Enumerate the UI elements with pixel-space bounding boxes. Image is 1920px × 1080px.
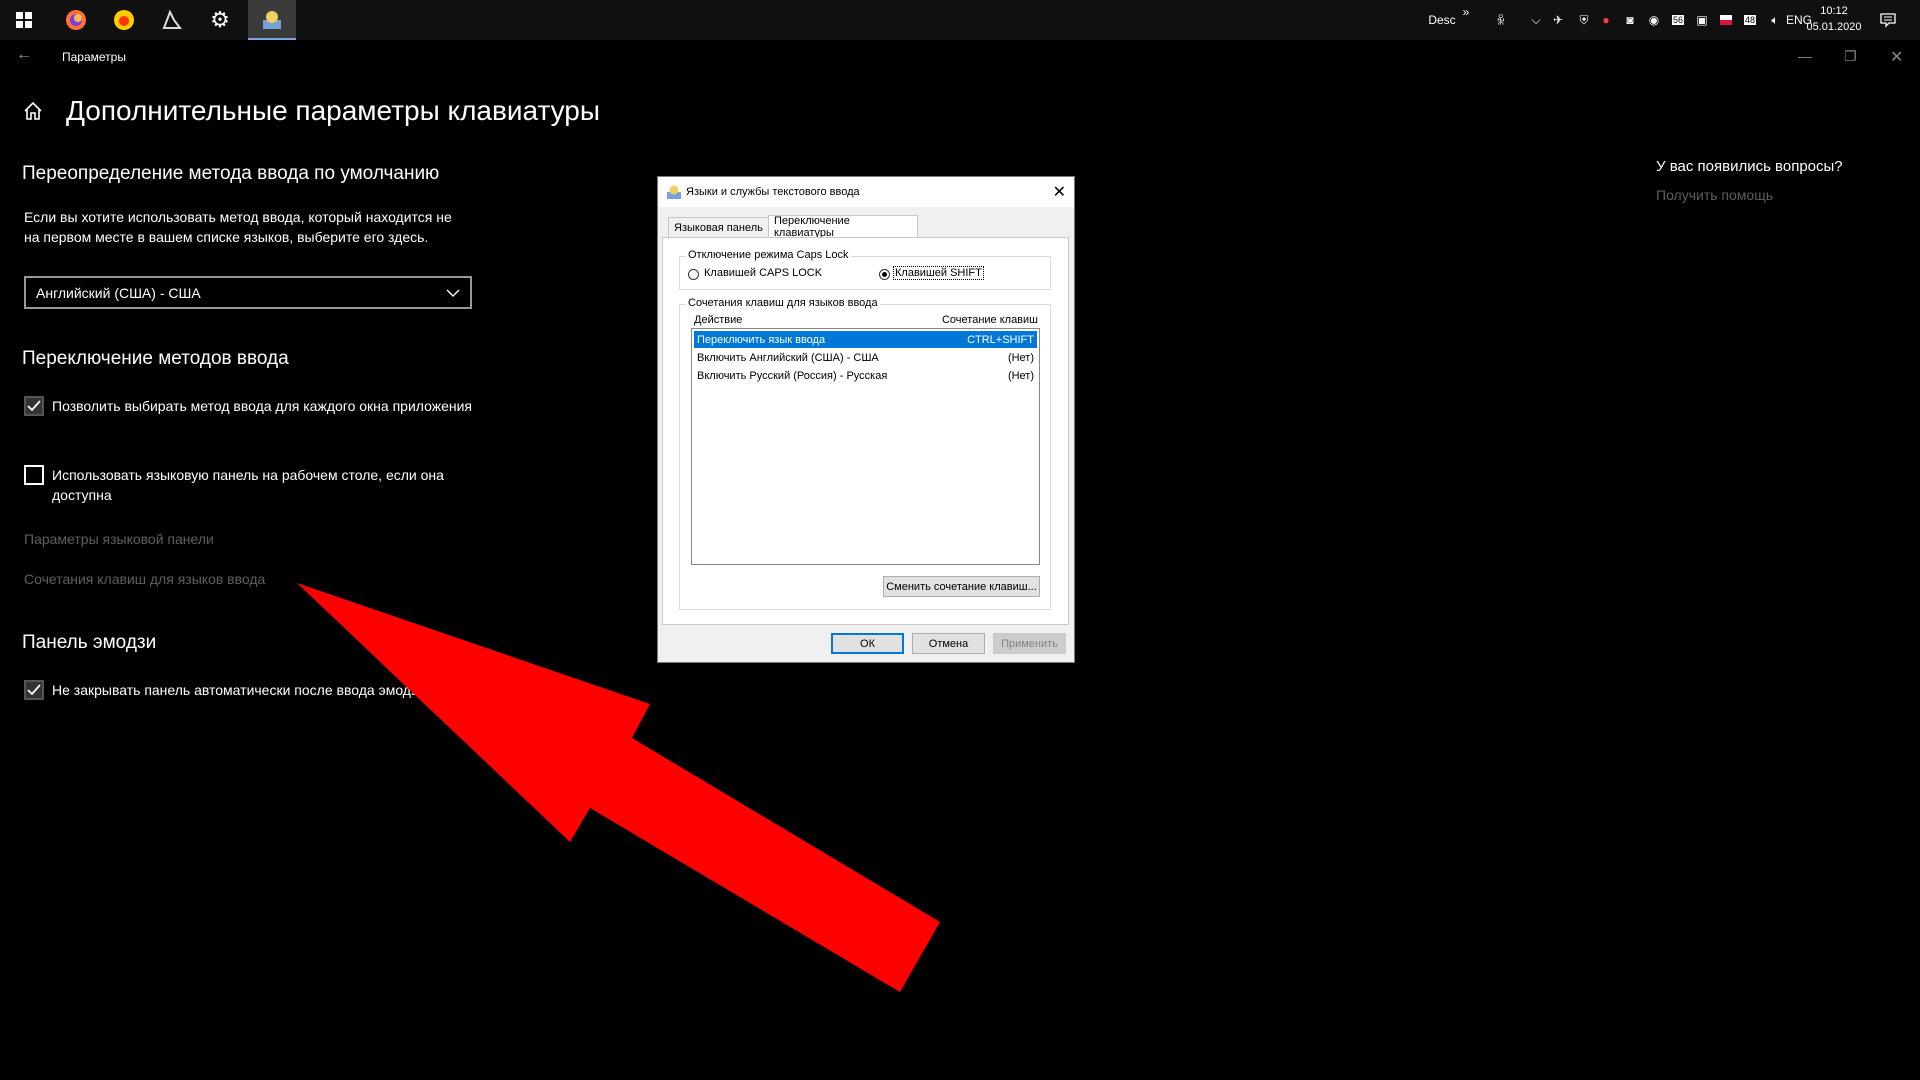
column-header-action[interactable]: Действие (694, 314, 742, 326)
capslock-key-label: Клавишей CAPS LOCK (704, 267, 823, 279)
emoji-keep-open-label: Не закрывать панель автоматически после … (52, 682, 426, 698)
yandex-browser-icon (114, 10, 134, 30)
back-arrow-icon[interactable]: ← (16, 46, 32, 64)
hotkeys-group-label: Сочетания клавиш для языков ввода (686, 297, 880, 309)
gpu-monitor-icon[interactable]: 56 (1668, 0, 1688, 40)
help-question: У вас появились вопросы? (1656, 158, 1843, 175)
page-title: Дополнительные параметры клавиатуры (66, 95, 600, 126)
language-bar-label: Использовать языковую панель на рабочем … (52, 467, 444, 503)
home-icon[interactable] (22, 100, 44, 127)
override-heading: Переопределение метода ввода по умолчани… (22, 163, 440, 184)
close-button[interactable]: ✕ (1890, 47, 1903, 67)
taskbar-language-services[interactable] (248, 0, 296, 40)
list-item[interactable]: Переключить язык ввода CTRL+SHIFT (694, 331, 1037, 348)
app-tray-icon[interactable]: ▣ (1692, 0, 1712, 40)
per-app-input-label: Позволить выбирать метод ввода для каждо… (52, 398, 472, 414)
language-bar-settings-link[interactable]: Параметры языковой панели (24, 531, 214, 547)
input-method-dropdown[interactable]: Английский (США) - США (24, 276, 472, 309)
tab-page: Отключение режима Caps Lock Клавишей CAP… (662, 237, 1069, 625)
network-airplane-icon[interactable]: ✈ (1548, 0, 1568, 40)
clock[interactable]: 10:12 05.01.2020 (1806, 3, 1862, 35)
capslock-key-radio[interactable] (688, 269, 699, 280)
get-help-link[interactable]: Получить помощь (1656, 187, 1773, 203)
action-center-icon[interactable] (1876, 0, 1900, 40)
discord-icon[interactable]: ◙ (1620, 0, 1640, 40)
list-item[interactable]: Включить Английский (США) - США (Нет) (694, 349, 1037, 366)
emoji-heading: Панель эмодзи (22, 632, 157, 653)
steam-icon[interactable]: ◉ (1644, 0, 1664, 40)
checkmark-icon (27, 400, 41, 412)
change-hotkey-button[interactable]: Сменить сочетание клавиш... (883, 576, 1040, 597)
input-hotkeys-link[interactable]: Сочетания клавиш для языков ввода (24, 571, 265, 587)
tab-language-bar[interactable]: Языковая панель (668, 217, 769, 237)
hotkeys-list[interactable]: Переключить язык ввода CTRL+SHIFT Включи… (691, 328, 1040, 565)
override-description: Если вы хотите использовать метод ввода,… (24, 209, 452, 245)
taskbar-firefox[interactable] (52, 0, 100, 40)
language-services-icon (263, 11, 281, 29)
vpn-shield-icon[interactable]: ⛨ (1574, 0, 1594, 40)
hotkeys-group: Сочетания клавиш для языков ввода Действ… (679, 297, 1051, 610)
settings-gear-icon: ⚙ (210, 7, 230, 32)
taskbar-kali[interactable] (148, 0, 196, 40)
language-bar-checkbox[interactable] (24, 465, 44, 485)
dialog-close-icon[interactable]: ✕ (1053, 182, 1066, 202)
notification-icon (1880, 13, 1896, 28)
checkmark-icon (27, 684, 41, 696)
language-services-icon (667, 185, 681, 199)
apply-button[interactable]: Применить (993, 633, 1066, 654)
ok-button[interactable]: ОК (831, 633, 904, 654)
firefox-icon (66, 10, 86, 30)
window-title: Параметры (62, 50, 126, 64)
taskbar-settings[interactable]: ⚙ (196, 0, 244, 40)
toolbar-overflow-icon[interactable]: » (1456, 0, 1476, 32)
dropdown-value: Английский (США) - США (36, 284, 201, 301)
tab-keyboard-switching[interactable]: Переключение клавиатуры (768, 215, 918, 239)
per-app-input-checkbox[interactable] (24, 396, 44, 416)
minimize-button[interactable]: — (1798, 48, 1812, 64)
windows-logo-icon (16, 12, 32, 28)
maximize-button[interactable]: ❐ (1844, 48, 1857, 65)
cancel-button[interactable]: Отмена (912, 633, 985, 654)
text-services-dialog: Языки и службы текстового ввода ✕ Языков… (657, 176, 1075, 663)
column-header-keys[interactable]: Сочетание клавиш (942, 314, 1038, 326)
shift-key-label: Клавишей SHIFT (893, 266, 984, 280)
opera-icon[interactable]: ● (1596, 0, 1616, 40)
capslock-group-label: Отключение режима Caps Lock (686, 249, 851, 261)
dialog-title-bar: Языки и службы текстового ввода ✕ (658, 177, 1074, 207)
people-icon[interactable]: ꆜ (1490, 0, 1512, 40)
dialog-title: Языки и службы текстового ввода (686, 186, 860, 198)
taskbar: ⚙ Desc » ꆜ ⌵ ✈ ⛨ ● ◙ ◉ 56 ▣ 48 🔈︎ ENG 10… (0, 0, 1920, 40)
switching-heading: Переключение методов ввода (22, 348, 289, 369)
flag-icon[interactable] (1716, 0, 1736, 40)
clock-time: 10:12 (1820, 5, 1848, 17)
capslock-group: Отключение режима Caps Lock Клавишей CAP… (679, 249, 1051, 290)
shift-key-radio[interactable] (879, 269, 890, 280)
show-hidden-icons-chevron-icon[interactable]: ⌵ (1526, 0, 1546, 40)
chevron-down-icon (446, 289, 460, 297)
kali-dragon-icon (162, 9, 182, 29)
list-item[interactable]: Включить Русский (Россия) - Русская (Нет… (694, 367, 1037, 384)
start-button[interactable] (0, 0, 48, 40)
taskbar-yandex-browser[interactable] (100, 0, 148, 40)
emoji-keep-open-checkbox[interactable] (24, 680, 44, 700)
clock-date: 05.01.2020 (1806, 21, 1862, 33)
